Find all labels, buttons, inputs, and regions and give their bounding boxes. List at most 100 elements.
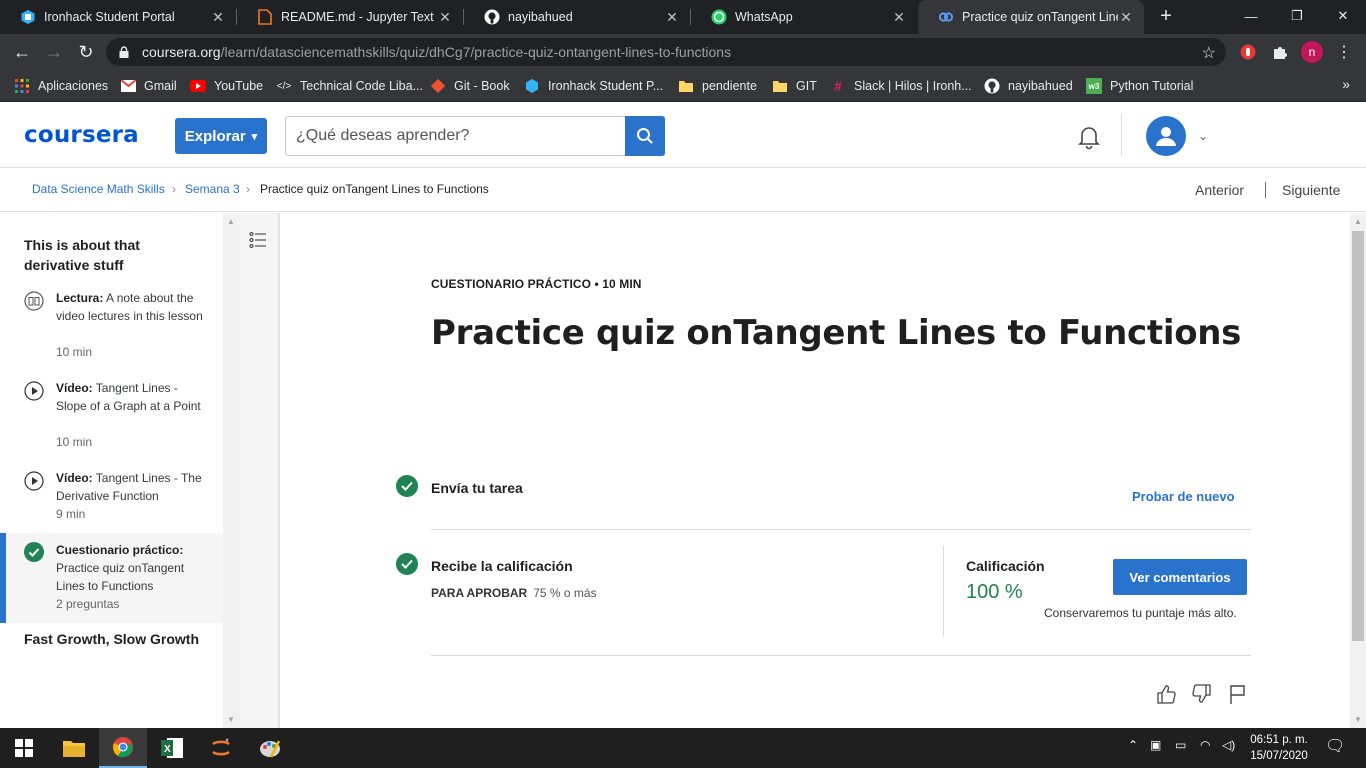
url-text: coursera.org/learn/datasciencemathskills…	[142, 44, 731, 60]
bookmark-star-icon[interactable]: ☆	[1202, 43, 1216, 63]
browser-tab[interactable]: nayibahued ✕	[464, 0, 690, 34]
close-tab-icon[interactable]: ✕	[1118, 9, 1134, 26]
pass-label: PARA APROBAR	[431, 586, 528, 600]
file-explorer-icon[interactable]	[50, 728, 98, 768]
meet-now-icon[interactable]: ▣	[1150, 738, 1161, 752]
retry-quiz-link[interactable]: Probar de nuevo	[1132, 489, 1235, 504]
bookmark-item[interactable]: Aplicaciones	[14, 76, 108, 96]
sidebar-scrollbar[interactable]: ▲ ▼	[223, 213, 240, 728]
notifications-bell-icon[interactable]	[1076, 124, 1102, 150]
previous-link[interactable]: Anterior	[1195, 182, 1244, 198]
scroll-down-arrow-icon[interactable]: ▼	[1354, 715, 1362, 724]
restore-window-icon[interactable]: ❐	[1274, 0, 1320, 32]
excel-icon[interactable]: X	[148, 728, 196, 768]
browser-tab[interactable]: Ironhack Student Portal ✕	[0, 0, 236, 34]
section-title[interactable]: This is about that derivative stuff	[24, 235, 204, 275]
github-icon	[984, 78, 1000, 94]
search-button[interactable]	[625, 116, 665, 156]
flag-icon[interactable]	[1227, 683, 1249, 705]
more-bookmarks-icon[interactable]: »	[1342, 76, 1350, 92]
reload-icon[interactable]: ↻	[74, 40, 98, 64]
bookmark-item[interactable]: # Slack | Hilos | Ironh...	[830, 76, 972, 96]
new-tab-button[interactable]: +	[1155, 4, 1177, 28]
apps-grid-icon	[14, 78, 30, 94]
breadcrumb: Data Science Math Skills › Semana 3 › Pr…	[0, 168, 1366, 212]
bookmark-item[interactable]: GIT	[772, 76, 817, 96]
chevron-right-icon: ›	[246, 182, 250, 196]
volume-icon[interactable]: ◁)	[1222, 738, 1235, 752]
address-bar[interactable]: coursera.org/learn/datasciencemathskills…	[106, 38, 1226, 66]
close-tab-icon[interactable]: ✕	[664, 9, 680, 26]
next-link[interactable]: Siguiente	[1282, 182, 1340, 198]
grade-label: Calificación	[966, 558, 1045, 574]
scroll-up-arrow-icon[interactable]: ▲	[227, 217, 235, 226]
tab-title: nayibahued	[508, 10, 573, 24]
thumbs-up-icon[interactable]	[1155, 683, 1177, 705]
profile-avatar[interactable]: n	[1301, 41, 1323, 63]
chrome-taskbar-icon[interactable]	[99, 728, 147, 768]
close-tab-icon[interactable]: ✕	[891, 9, 907, 26]
sidebar-item-label: Lectura: A note about the video lectures…	[56, 289, 206, 325]
play-circle-icon	[24, 381, 44, 401]
breadcrumb-current: Practice quiz onTangent Lines to Functio…	[260, 182, 489, 196]
search-input[interactable]: ¿Qué deseas aprender?	[285, 116, 625, 156]
battery-icon[interactable]: ▭	[1175, 738, 1186, 752]
extension-stop-icon[interactable]	[1238, 42, 1258, 62]
windows-start-icon[interactable]	[0, 728, 48, 768]
jupyter-file-icon	[257, 9, 273, 25]
sidebar-item-video[interactable]: Vídeo: Tangent Lines - Slope of a Graph …	[0, 379, 223, 459]
bookmark-item[interactable]: </> Technical Code Liba...	[276, 76, 423, 96]
system-clock[interactable]: 06:51 p. m. 15/07/2020	[1238, 732, 1320, 764]
bookmark-item[interactable]: Gmail	[120, 76, 177, 96]
user-avatar[interactable]	[1146, 116, 1186, 156]
next-section-title[interactable]: Fast Growth, Slow Growth	[24, 629, 204, 649]
notifications-center-icon[interactable]: 🗨	[1325, 736, 1345, 756]
user-icon	[1156, 127, 1176, 146]
chevron-down-icon[interactable]: ⌄	[1198, 129, 1208, 143]
bookmark-item[interactable]: nayibahued	[984, 76, 1073, 96]
view-feedback-button[interactable]: Ver comentarios	[1113, 559, 1247, 595]
forward-arrow-icon[interactable]: →	[42, 40, 66, 64]
slack-icon: #	[834, 78, 842, 94]
scrollbar-thumb[interactable]	[1352, 231, 1364, 641]
bookmark-item[interactable]: Git - Book	[430, 76, 510, 96]
list-outline-icon[interactable]	[249, 231, 267, 249]
close-tab-icon[interactable]: ✕	[210, 9, 226, 26]
browser-tab[interactable]: README.md - Jupyter Text Edit ✕	[237, 0, 463, 34]
item-duration: 10 min	[56, 435, 93, 449]
coursera-logo[interactable]: coursera	[24, 122, 139, 148]
divider	[431, 655, 1251, 656]
jupyter-icon[interactable]	[197, 728, 245, 768]
close-window-icon[interactable]: ✕	[1320, 0, 1366, 32]
browser-tab-active[interactable]: Practice quiz onTangent Lines t ✕	[918, 0, 1144, 34]
browser-tab[interactable]: WhatsApp ✕	[691, 0, 917, 34]
minimize-window-icon[interactable]: —	[1228, 0, 1274, 32]
scroll-up-arrow-icon[interactable]: ▲	[1354, 217, 1362, 226]
sidebar-item-video[interactable]: Vídeo: Tangent Lines - The Derivative Fu…	[0, 469, 223, 531]
chrome-menu-icon[interactable]: ⋮	[1334, 42, 1354, 62]
bookmark-label: nayibahued	[1008, 79, 1073, 93]
close-tab-icon[interactable]: ✕	[437, 9, 453, 26]
thumbs-down-icon[interactable]	[1191, 683, 1213, 705]
main-scrollbar[interactable]: ▲ ▼	[1350, 213, 1366, 728]
explore-button[interactable]: Explorar ▾	[175, 118, 267, 154]
paint-icon[interactable]	[246, 728, 294, 768]
back-arrow-icon[interactable]: ←	[10, 40, 34, 64]
page-title: Practice quiz onTangent Lines to Functio…	[431, 313, 1242, 353]
breadcrumb-week[interactable]: Semana 3	[185, 182, 240, 196]
bookmark-item[interactable]: w3 Python Tutorial	[1086, 76, 1193, 96]
sidebar-item-quiz-active[interactable]: Cuestionario práctico: Practice quiz onTa…	[0, 533, 223, 623]
scroll-down-arrow-icon[interactable]: ▼	[227, 715, 235, 724]
bookmark-item[interactable]: YouTube	[190, 76, 263, 96]
breadcrumb-course[interactable]: Data Science Math Skills	[32, 182, 165, 196]
extensions-puzzle-icon[interactable]	[1270, 42, 1290, 62]
show-hidden-icons-icon[interactable]: ⌃	[1128, 738, 1138, 752]
wifi-icon[interactable]: ◠	[1200, 738, 1210, 752]
bookmark-item[interactable]: Ironhack Student P...	[524, 76, 663, 96]
item-duration: 2 preguntas	[56, 597, 120, 611]
item-type: Cuestionario práctico:	[56, 543, 184, 557]
bookmark-item[interactable]: pendiente	[678, 76, 757, 96]
divider	[431, 529, 1251, 530]
sidebar-item-reading[interactable]: Lectura: A note about the video lectures…	[0, 289, 223, 369]
passing-requirement: PARA APROBAR 75 % o más	[431, 586, 597, 600]
